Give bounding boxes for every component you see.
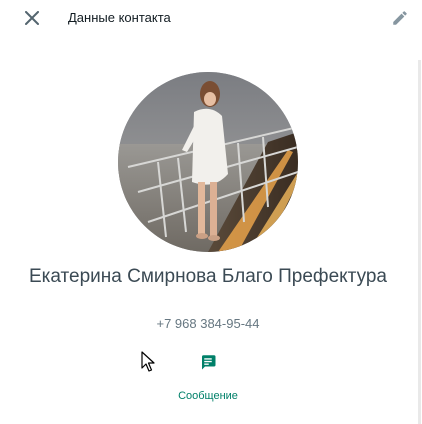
contact-avatar[interactable] (118, 72, 298, 252)
profile-photo (118, 72, 298, 252)
message-label: Сообщение (178, 390, 238, 402)
message-icon (202, 355, 216, 370)
close-button[interactable] (20, 6, 44, 30)
message-button[interactable]: Сообщение (158, 348, 258, 408)
scrollbar[interactable] (418, 60, 421, 424)
mouse-cursor-icon (141, 351, 155, 372)
close-icon (25, 11, 39, 25)
edit-button[interactable] (388, 6, 412, 30)
panel-header: Данные контакта (0, 0, 422, 36)
pencil-icon (393, 11, 407, 25)
contact-info-panel: Данные контакта Екатерина Смирнова Благо… (0, 0, 422, 424)
panel-title: Данные контакта (68, 10, 171, 25)
contact-name: Екатерина Смирнова Благо Префектура (29, 266, 387, 287)
contact-phone: +7 968 384-95-44 (156, 316, 260, 331)
